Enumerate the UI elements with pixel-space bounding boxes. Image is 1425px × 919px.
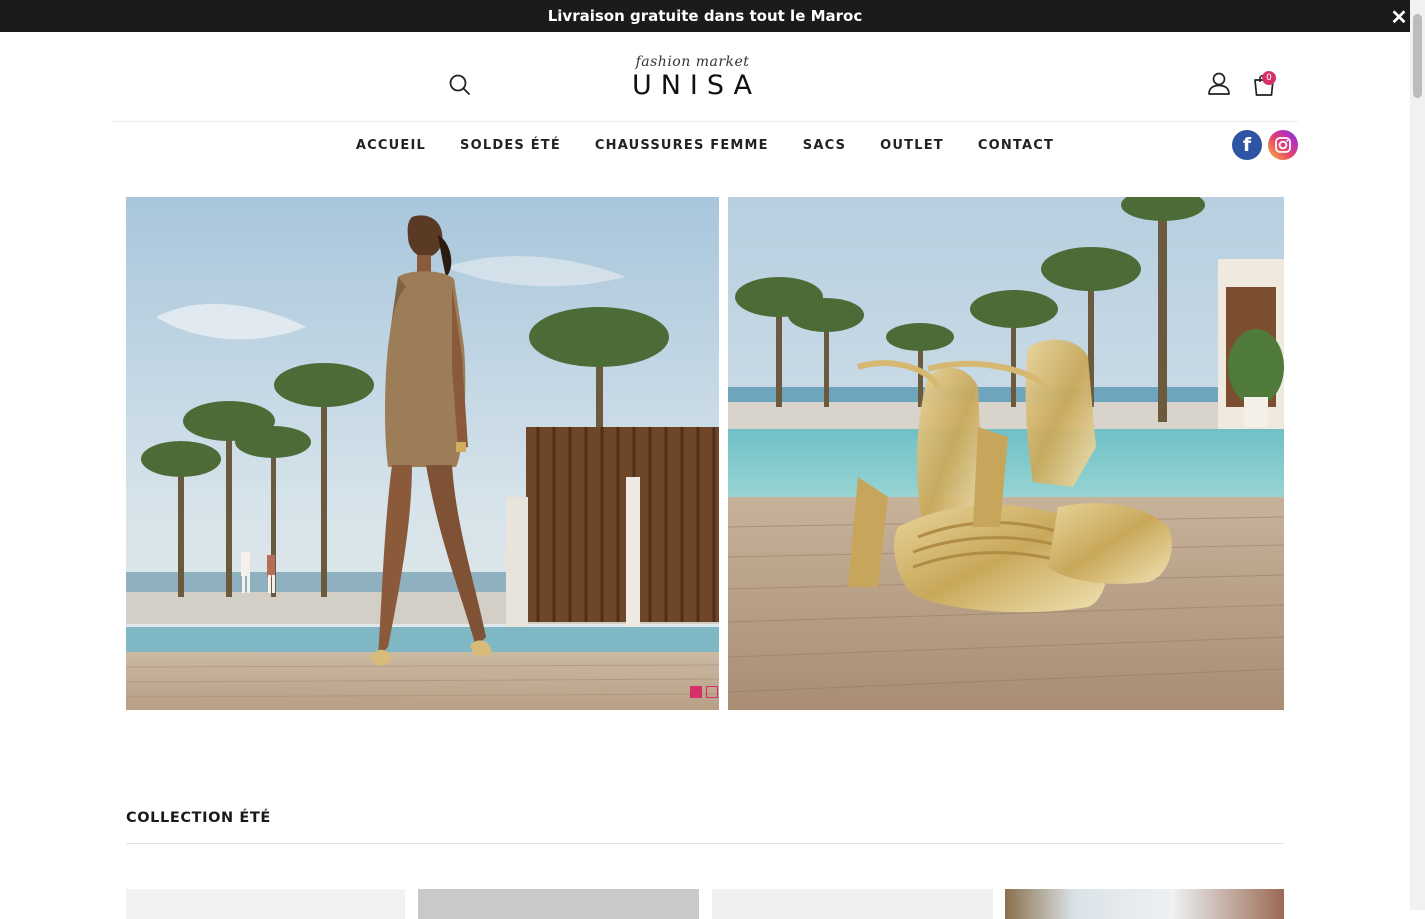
user-icon[interactable] bbox=[1205, 70, 1233, 98]
close-icon[interactable]: ✕ bbox=[1389, 8, 1409, 28]
hero-slide-image-woman[interactable] bbox=[126, 197, 720, 710]
slider-dot-2[interactable] bbox=[706, 686, 718, 698]
announcement-bar: Livraison gratuite dans tout le Maroc bbox=[0, 0, 1410, 32]
site-logo[interactable]: fashion market UNISA bbox=[620, 54, 765, 114]
collection-title: COLLECTION ÉTÉ bbox=[126, 810, 271, 826]
collection-divider bbox=[126, 843, 1284, 844]
product-card[interactable] bbox=[418, 889, 699, 919]
main-nav: ACCUEIL SOLDES ÉTÉ CHAUSSURES FEMME SACS… bbox=[0, 136, 1410, 156]
nav-item-outlet[interactable]: OUTLET bbox=[880, 136, 944, 156]
announcement-text: Livraison gratuite dans tout le Maroc bbox=[547, 7, 863, 25]
slider-dot-1[interactable] bbox=[690, 686, 702, 698]
nav-item-accueil[interactable]: ACCUEIL bbox=[356, 136, 426, 156]
site-header: fashion market UNISA 0 bbox=[0, 32, 1410, 122]
nav-item-soldes-ete[interactable]: SOLDES ÉTÉ bbox=[460, 136, 561, 156]
hero-slider-dots bbox=[690, 686, 718, 698]
facebook-icon[interactable]: f bbox=[1232, 130, 1262, 160]
instagram-icon[interactable] bbox=[1268, 130, 1298, 160]
scrollbar[interactable] bbox=[1410, 0, 1425, 910]
logo-tagline: fashion market bbox=[635, 54, 750, 70]
logo-wordmark: UNISA bbox=[631, 70, 762, 101]
header-divider bbox=[112, 121, 1298, 122]
scrollbar-thumb[interactable] bbox=[1413, 14, 1422, 98]
product-card[interactable] bbox=[126, 889, 405, 919]
nav-item-contact[interactable]: CONTACT bbox=[978, 136, 1054, 156]
nav-item-chaussures-femme[interactable]: CHAUSSURES FEMME bbox=[595, 136, 769, 156]
product-card[interactable] bbox=[712, 889, 993, 919]
search-icon[interactable] bbox=[447, 72, 473, 98]
product-card[interactable] bbox=[1005, 889, 1284, 919]
nav-item-sacs[interactable]: SACS bbox=[803, 136, 846, 156]
hero-slide-image-sandals[interactable] bbox=[728, 197, 1284, 710]
cart-count-badge: 0 bbox=[1262, 71, 1276, 85]
